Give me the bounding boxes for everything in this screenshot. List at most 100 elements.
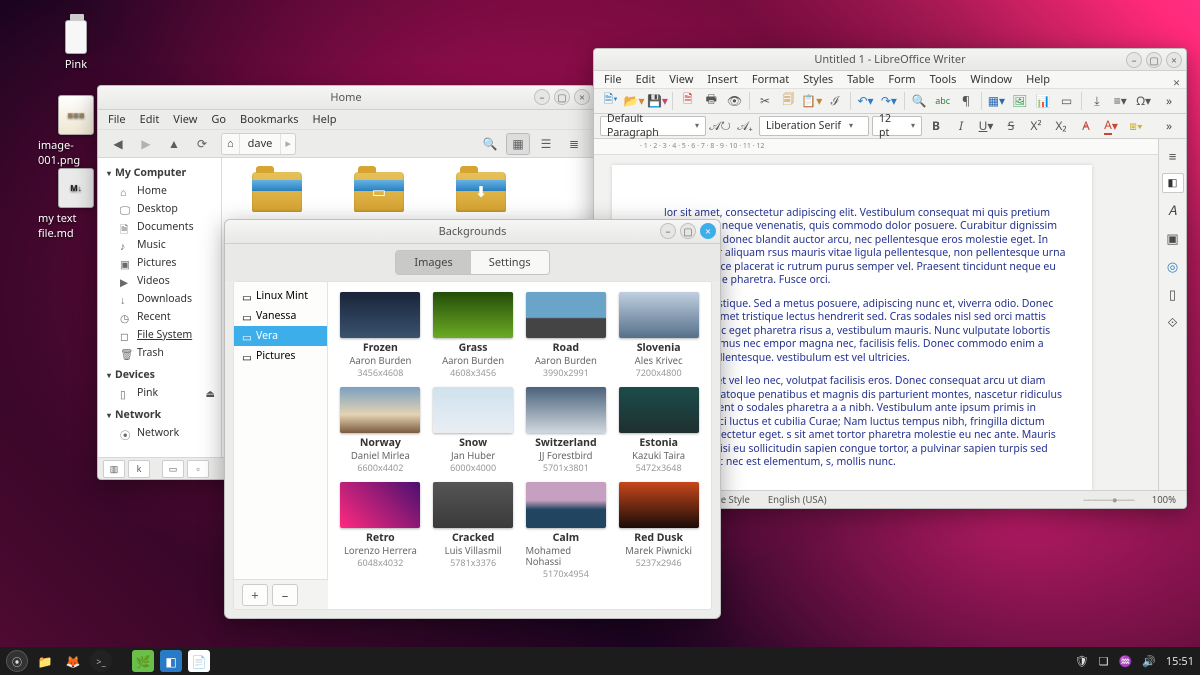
sidebar-styles-button[interactable]: 𝐴 — [1162, 199, 1184, 221]
menu-bookmarks[interactable]: Bookmarks — [240, 112, 298, 127]
menu-edit[interactable]: Edit — [636, 72, 656, 87]
superscript-button[interactable]: X² — [1025, 115, 1047, 137]
writer-titlebar[interactable]: Untitled 1 - LibreOffice Writer – ▢ × — [594, 49, 1186, 71]
menu-edit[interactable]: Edit — [140, 112, 160, 127]
maximize-button[interactable]: ▢ — [1146, 52, 1162, 68]
category-item[interactable]: ▭Vera — [234, 326, 327, 346]
menu-styles[interactable]: Styles — [803, 72, 833, 87]
wallpaper-thumb[interactable]: Grass Aaron Burden 4608x3456 — [433, 292, 514, 379]
tray-volume-icon[interactable]: 🔊 — [1142, 654, 1156, 669]
tab-settings[interactable]: Settings — [471, 251, 549, 274]
minimize-button[interactable]: – — [1126, 52, 1142, 68]
tree-item-desktop[interactable]: 🖵Desktop — [98, 200, 221, 218]
wallpaper-thumb[interactable]: Switzerland JJ Forestbird 5701x3801 — [526, 387, 607, 474]
taskbar-terminal-button[interactable]: >_ — [90, 650, 112, 672]
view-compact-button[interactable]: ≣ — [562, 133, 586, 155]
clone-format-button[interactable]: ℐ — [824, 90, 845, 112]
category-item[interactable]: ▭Vanessa — [234, 306, 327, 326]
wallpaper-thumb[interactable]: Calm Mohamed Nohassi 5170x4954 — [526, 482, 607, 580]
formatting-marks-button[interactable]: ¶ — [955, 90, 976, 112]
font-size-select[interactable]: 12 pt▾ — [872, 116, 922, 136]
update-style-button[interactable]: 𝒜↻ — [709, 115, 731, 137]
tree-item-pictures[interactable]: ▣Pictures — [98, 254, 221, 272]
wallpaper-thumb[interactable]: Estonia Kazuki Taira 5472x3648 — [618, 387, 699, 474]
clock[interactable]: 15:51 — [1166, 654, 1194, 669]
undo-button[interactable]: ↶▾ — [855, 90, 876, 112]
sidebar-page-button[interactable]: ▯ — [1162, 283, 1184, 305]
category-item[interactable]: ▭Pictures — [234, 346, 327, 366]
chart-button[interactable]: 📊 — [1032, 90, 1053, 112]
tree-item-device-pink[interactable]: ▯Pink⏏ — [98, 384, 221, 402]
new-button[interactable]: 🗎▾ — [600, 90, 621, 112]
document-close-button[interactable]: × — [1173, 74, 1180, 91]
status-seg-1[interactable]: ▥ — [103, 460, 125, 478]
category-item[interactable]: ▭Linux Mint — [234, 286, 327, 306]
spellcheck-button[interactable]: abc — [932, 90, 953, 112]
highlight-button[interactable]: ⧆▾ — [1125, 115, 1147, 137]
strike-button[interactable]: S — [1000, 115, 1022, 137]
taskbar-app-lo[interactable]: 📄 — [188, 650, 210, 672]
menu-file[interactable]: File — [108, 112, 126, 127]
taskbar-files-button[interactable]: 📁 — [34, 650, 56, 672]
menu-file[interactable]: File — [604, 72, 622, 87]
desktop-icon-usb[interactable]: Pink — [38, 20, 114, 72]
bold-button[interactable]: B — [925, 115, 947, 137]
sidebar-menu-button[interactable]: ≡ — [1162, 145, 1184, 167]
maximize-button[interactable]: ▢ — [554, 89, 570, 105]
taskbar-firefox-button[interactable]: 🦊 — [62, 650, 84, 672]
breadcrumb-segment[interactable]: dave — [240, 134, 282, 154]
tree-item-downloads[interactable]: ↓Downloads — [98, 290, 221, 308]
add-category-button[interactable]: + — [242, 584, 268, 606]
menu-help[interactable]: Help — [1026, 72, 1050, 87]
tab-images[interactable]: Images — [396, 251, 470, 274]
underline-button[interactable]: U▾ — [975, 115, 997, 137]
tree-item-home[interactable]: ⌂Home — [98, 182, 221, 200]
subscript-button[interactable]: X₂ — [1050, 115, 1072, 137]
wallpaper-thumb[interactable]: Cracked Luis Villasmil 5781x3376 — [433, 482, 514, 580]
copy-button[interactable]: 🗐 — [778, 90, 799, 112]
tray-shield-icon[interactable]: 🛡 — [1075, 654, 1089, 669]
menu-format[interactable]: Format — [752, 72, 789, 87]
wallpaper-thumb[interactable]: Slovenia Ales Krivec 7200x4800 — [618, 292, 699, 379]
print-button[interactable]: 🖶 — [701, 90, 722, 112]
close-button[interactable]: × — [574, 89, 590, 105]
minimize-button[interactable]: – — [660, 223, 676, 239]
export-pdf-button[interactable]: 🗎 — [677, 90, 698, 112]
status-seg-3[interactable]: ▭ — [162, 460, 184, 478]
paste-button[interactable]: 📋▾ — [801, 90, 822, 112]
find-button[interactable]: 🔍 — [909, 90, 930, 112]
close-button[interactable]: × — [1166, 52, 1182, 68]
nav-forward-button[interactable]: ▶ — [134, 133, 158, 155]
status-seg-4[interactable]: ▫ — [187, 460, 209, 478]
menu-view[interactable]: View — [669, 72, 693, 87]
menu-table[interactable]: Table — [847, 72, 874, 87]
wallpaper-thumb[interactable]: Frozen Aaron Burden 3456x4608 — [340, 292, 421, 379]
symbol-button[interactable]: Ω▾ — [1133, 90, 1154, 112]
menu-view[interactable]: View — [173, 112, 197, 127]
wallpaper-thumb[interactable]: Road Aaron Burden 3990x2991 — [526, 292, 607, 379]
save-button[interactable]: 💾▾ — [647, 90, 668, 112]
status-seg-2[interactable]: k — [128, 460, 150, 478]
sidebar-navigator-button[interactable]: ◎ — [1162, 255, 1184, 277]
tree-item-network[interactable]: ⦿Network — [98, 424, 221, 442]
sidebar-inspector-button[interactable]: ⟐ — [1162, 311, 1184, 333]
view-icons-button[interactable]: ▦ — [506, 133, 530, 155]
taskbar-app-mint[interactable]: 🌿 — [132, 650, 154, 672]
tree-item-documents[interactable]: 🗎Documents — [98, 218, 221, 236]
tree-group-computer[interactable]: ▾My Computer — [98, 164, 221, 182]
more-button[interactable]: » — [1158, 90, 1179, 112]
zoom-slider[interactable]: ─────●─── — [1083, 493, 1134, 506]
status-lang[interactable]: English (USA) — [768, 493, 827, 506]
italic-button[interactable]: I — [950, 115, 972, 137]
home-icon[interactable]: ⌂ — [222, 134, 240, 154]
sidebar-gallery-button[interactable]: ▣ — [1162, 227, 1184, 249]
sidebar-properties-button[interactable]: ◧ — [1162, 173, 1184, 193]
font-color-button[interactable]: A▾ — [1100, 115, 1122, 137]
view-list-button[interactable]: ☰ — [534, 133, 558, 155]
new-style-button[interactable]: 𝒜₊ — [734, 115, 756, 137]
menu-form[interactable]: Form — [888, 72, 915, 87]
more-button[interactable]: » — [1158, 115, 1180, 137]
nav-refresh-button[interactable]: ⟳ — [190, 133, 214, 155]
menu-go[interactable]: Go — [211, 112, 226, 127]
field-button[interactable]: ≡▾ — [1110, 90, 1131, 112]
